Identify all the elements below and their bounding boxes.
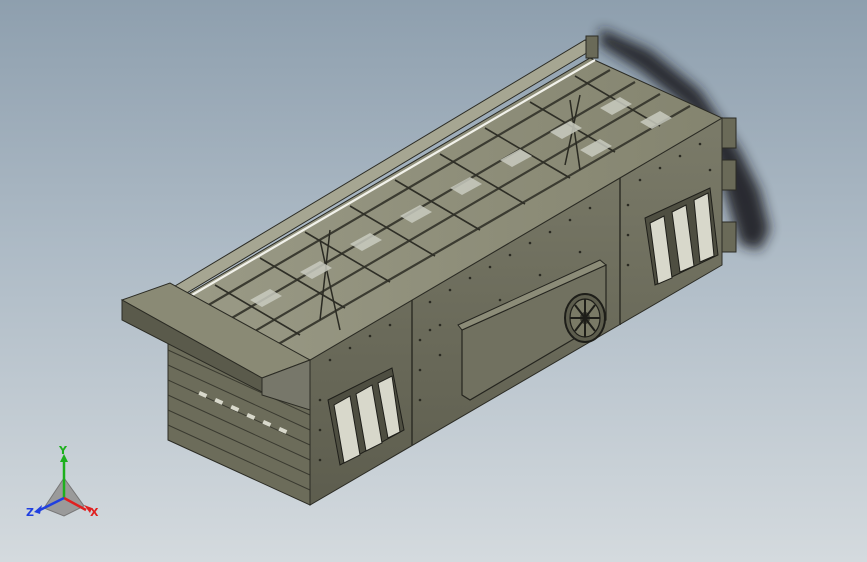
flywheel-icon [564, 293, 606, 343]
z-axis-arrow [34, 505, 42, 514]
y-axis-label: Y [58, 446, 68, 457]
z-axis-label: Z [26, 506, 34, 519]
x-axis-label: X [90, 506, 99, 519]
axis-triad: Y X Z [26, 446, 99, 519]
cad-viewport[interactable]: Y X Z [0, 0, 867, 562]
vibrating-screen-model[interactable] [0, 0, 867, 562]
